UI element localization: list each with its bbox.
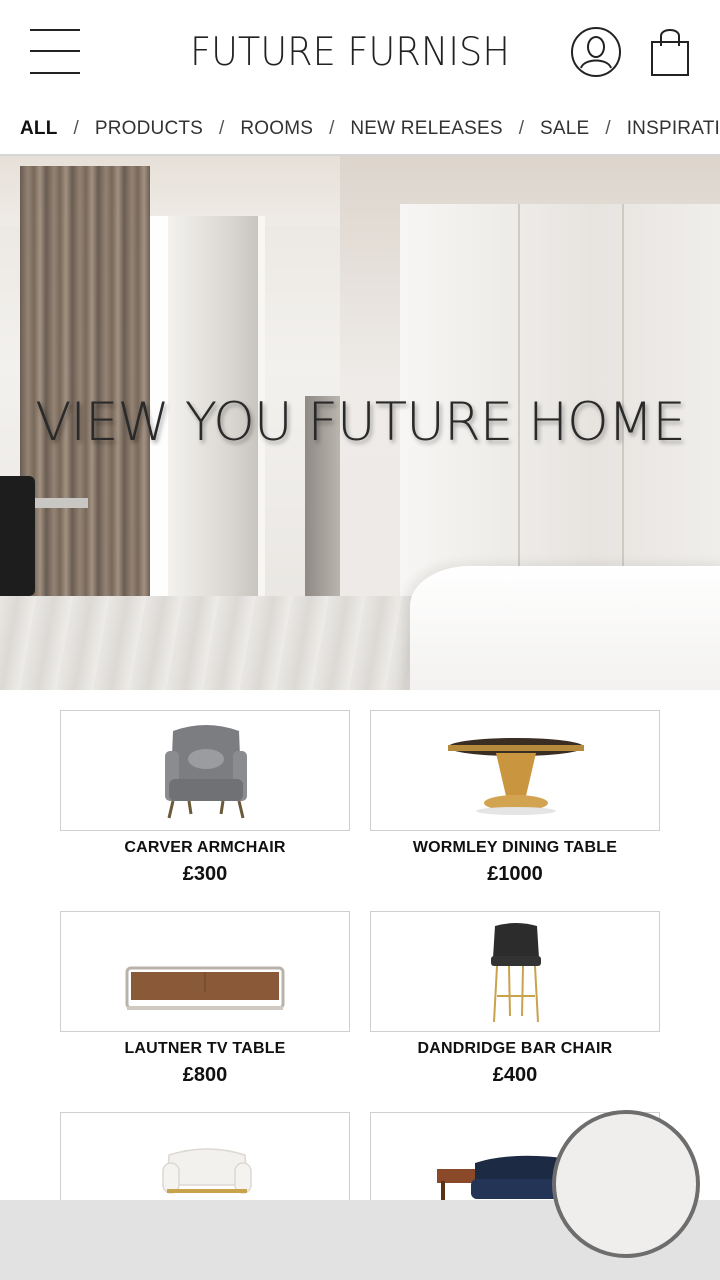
product-card[interactable]: LAUTNER TV TABLE £800 xyxy=(60,911,350,1087)
product-image xyxy=(370,710,660,831)
product-card[interactable]: CARVER ARMCHAIR £300 xyxy=(60,710,350,886)
app-header: FUTURE FURNISH xyxy=(0,0,720,104)
product-image xyxy=(370,911,660,1032)
category-nav: ALL / PRODUCTS / ROOMS / NEW RELEASES / … xyxy=(0,104,720,154)
product-name: DANDRIDGE BAR CHAIR xyxy=(417,1040,613,1057)
nav-item-rooms[interactable]: ROOMS xyxy=(240,118,313,140)
dining-table-image xyxy=(448,738,584,815)
product-name: WORMLEY DINING TABLE xyxy=(412,839,618,856)
product-price: £1000 xyxy=(487,863,543,885)
nav-item-inspiration[interactable]: INSPIRATION xyxy=(627,118,720,140)
nav-item-new-releases[interactable]: NEW RELEASES xyxy=(350,118,502,140)
product-image xyxy=(60,911,350,1032)
menu-line xyxy=(30,50,80,52)
hero-chair xyxy=(0,476,35,596)
hero-title: VIEW YOU FUTURE HOME xyxy=(35,392,686,453)
user-account-icon[interactable] xyxy=(570,26,622,78)
hero-banner[interactable]: VIEW YOU FUTURE HOME xyxy=(0,156,720,690)
hero-bed xyxy=(410,566,720,690)
product-card[interactable]: WORMLEY DINING TABLE £1000 xyxy=(370,710,660,886)
product-image xyxy=(60,710,350,831)
hamburger-menu-icon[interactable] xyxy=(30,29,80,75)
product-card[interactable]: DANDRIDGE BAR CHAIR £400 xyxy=(370,911,660,1087)
product-name: LAUTNER TV TABLE xyxy=(124,1040,286,1057)
nav-separator: / xyxy=(219,118,225,139)
nav-separator: / xyxy=(518,118,525,139)
tv-table-image xyxy=(125,966,285,1010)
menu-line xyxy=(30,72,80,74)
bar-chair-image xyxy=(491,923,541,1023)
product-name: CARVER ARMCHAIR xyxy=(124,839,286,856)
armchair-image xyxy=(165,725,247,819)
product-price: £400 xyxy=(492,1064,538,1086)
nav-separator: / xyxy=(73,118,79,139)
menu-line xyxy=(30,29,80,31)
product-price: £800 xyxy=(182,1064,228,1086)
nav-separator: / xyxy=(329,118,335,139)
nav-item-products[interactable]: PRODUCTS xyxy=(95,118,203,140)
nav-separator: / xyxy=(605,118,611,139)
floating-action-button[interactable] xyxy=(552,1110,700,1258)
product-price: £300 xyxy=(182,863,228,885)
nav-item-all[interactable]: ALL xyxy=(20,118,58,140)
brand-logo-text[interactable]: FUTURE FURNISH xyxy=(190,30,510,75)
nav-item-sale[interactable]: SALE xyxy=(540,118,589,140)
shopping-bag-icon[interactable] xyxy=(648,24,692,78)
